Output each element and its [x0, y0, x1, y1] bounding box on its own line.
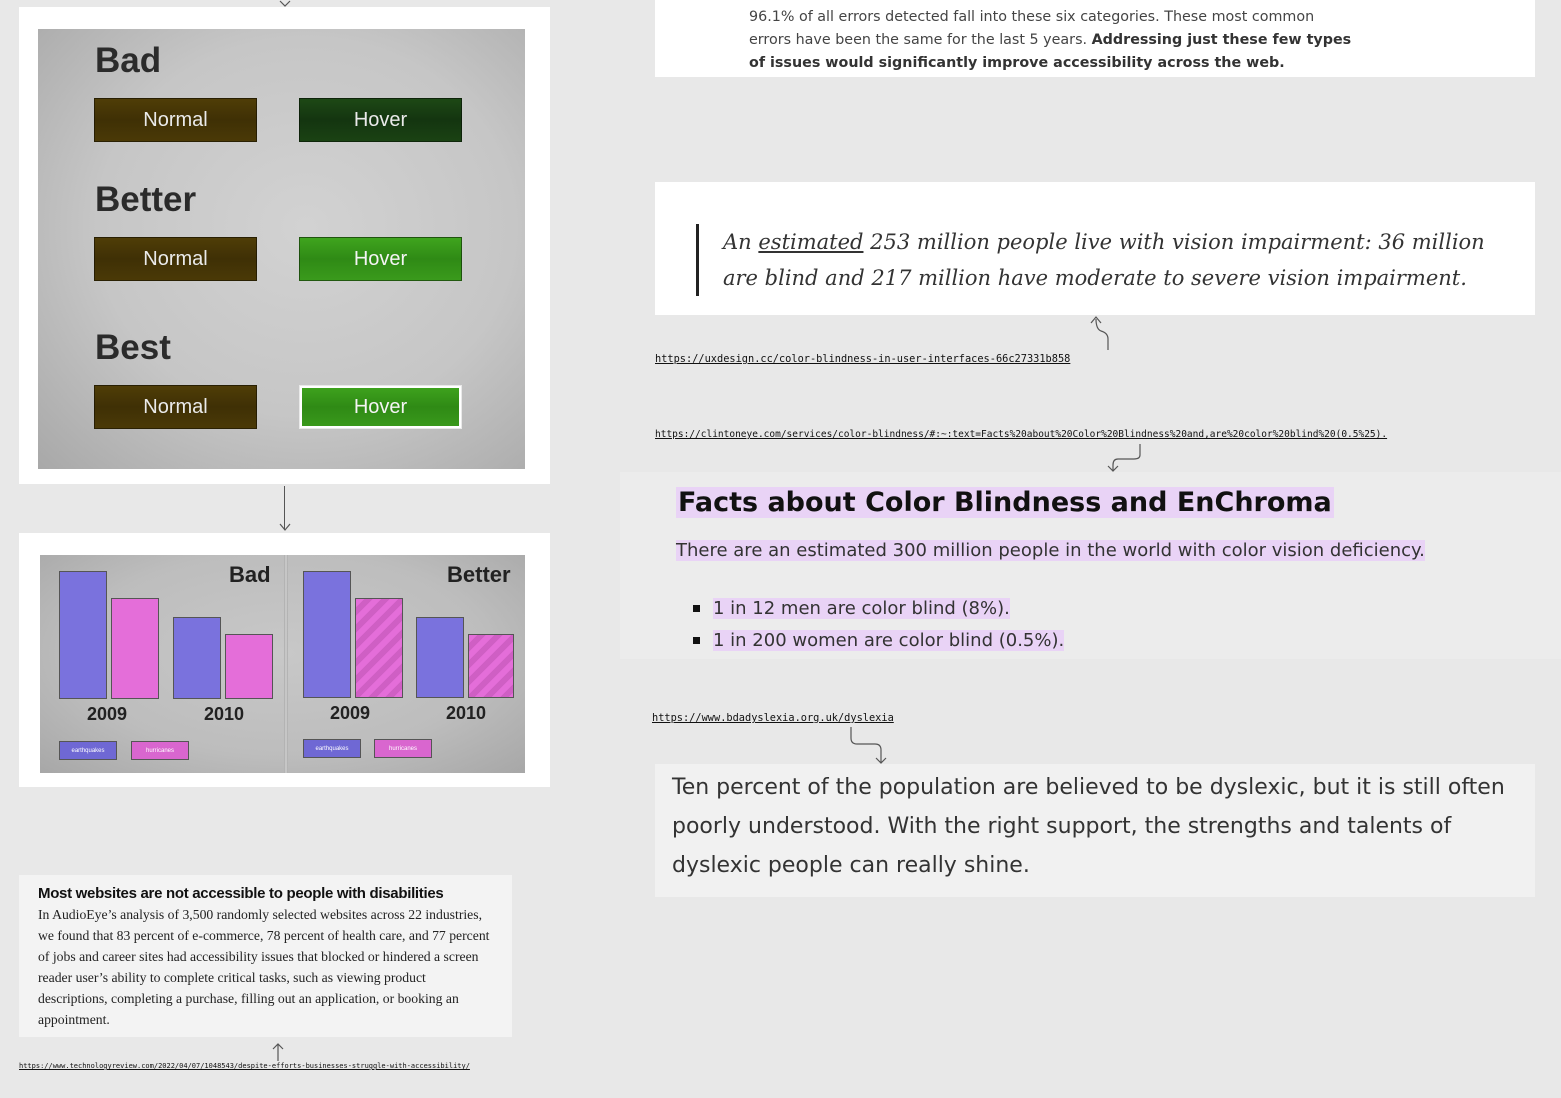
hover-button[interactable]: Hover — [299, 237, 462, 281]
webaim-line-bold: of issues would significantly improve ac… — [749, 55, 1285, 71]
bar-2009-hurricanes-better — [355, 598, 403, 698]
bar-2009-hurricanes-bad — [111, 598, 159, 699]
legend-hurricanes: hurricanes — [131, 741, 189, 760]
facts-subtitle: There are an estimated 300 million peopl… — [676, 540, 1425, 561]
hover-button[interactable]: Hover — [299, 385, 462, 429]
bar-2010-earthquakes-better — [416, 617, 464, 698]
bar-2010-earthquakes-bad — [173, 617, 221, 699]
webaim-line-bold: Addressing just these few types — [1091, 32, 1352, 48]
year-label: 2009 — [330, 703, 371, 723]
hover-button[interactable]: Hover — [299, 98, 462, 142]
arrow-up-icon — [272, 1043, 284, 1061]
source-link-bdadyslexia[interactable]: https://www.bdadyslexia.org.uk/dyslexia — [652, 712, 894, 724]
bar-2010-hurricanes-better — [468, 634, 514, 698]
normal-button[interactable]: Normal — [94, 237, 257, 281]
bar-chart-image: Bad 2009 2010 earthquakes hurricanes Bet… — [40, 555, 525, 773]
source-link-clintoneye[interactable]: https://clintoneye.com/services/color-bl… — [655, 429, 1387, 440]
chart-label-better: Better — [447, 562, 511, 587]
webaim-line: errors have been the same for the last 5… — [749, 29, 1369, 52]
webaim-line: 96.1% of all errors detected fall into t… — [749, 9, 1315, 25]
curved-arrow-icon — [850, 727, 887, 764]
accessibility-quote-card: Most websites are not accessible to peop… — [19, 875, 512, 1037]
bar-2010-hurricanes-bad — [225, 634, 273, 699]
list-item: 1 in 200 women are color blind (0.5%). — [693, 624, 1065, 656]
webaim-line-plain: errors have been the same for the last 5… — [749, 32, 1092, 48]
list-item-text: 1 in 12 men are color blind (8%). — [713, 597, 1010, 619]
normal-button[interactable]: Normal — [94, 385, 257, 429]
quote-body: In AudioEye’s analysis of 3,500 randomly… — [38, 907, 490, 1027]
legend-earthquakes: earthquakes — [303, 739, 361, 758]
webaim-line: of issues would significantly improve ac… — [749, 52, 1369, 75]
year-label: 2010 — [446, 703, 487, 723]
webaim-stats-text: 96.1% of all errors detected fall into t… — [749, 6, 1369, 75]
bar-2009-earthquakes-better — [303, 571, 351, 698]
source-link-technologyreview[interactable]: https://www.technologyreview.com/2022/04… — [19, 1062, 470, 1070]
facts-title: Facts about Color Blindness and EnChroma — [676, 487, 1334, 518]
arrow-down-icon — [279, 523, 291, 531]
heading-best: Best — [95, 328, 171, 367]
facts-list: 1 in 12 men are color blind (8%). 1 in 2… — [693, 592, 1065, 656]
year-label: 2010 — [204, 704, 245, 724]
source-link-uxdesign[interactable]: https://uxdesign.cc/color-blindness-in-u… — [655, 353, 1070, 365]
vision-blockquote: An estimated 253 million people live wit… — [696, 224, 1513, 296]
quote-prefix: An — [723, 230, 759, 254]
dyslexia-quote-text: Ten percent of the population are believ… — [672, 775, 1505, 878]
button-contrast-image: Bad Normal Hover Better Normal Hover Bes… — [38, 29, 525, 469]
curved-arrow-icon — [1107, 444, 1141, 472]
bullet-icon — [693, 636, 700, 644]
chart-label-bad: Bad — [229, 562, 271, 587]
heading-bad: Bad — [95, 41, 162, 80]
quote-title: Most websites are not accessible to peop… — [38, 885, 444, 902]
list-item: 1 in 12 men are color blind (8%). — [693, 592, 1064, 624]
quote-link-estimated[interactable]: estimated — [758, 230, 863, 254]
year-label: 2009 — [87, 704, 128, 724]
normal-button[interactable]: Normal — [94, 98, 257, 142]
legend-earthquakes: earthquakes — [59, 741, 117, 760]
list-item-text: 1 in 200 women are color blind (0.5%). — [713, 629, 1065, 651]
legend-hurricanes: hurricanes — [374, 739, 432, 758]
heading-better: Better — [95, 180, 197, 219]
bullet-icon — [693, 604, 700, 612]
bar-2009-earthquakes-bad — [59, 571, 107, 699]
chart-divider — [284, 555, 288, 773]
curved-arrow-icon — [1090, 316, 1109, 350]
